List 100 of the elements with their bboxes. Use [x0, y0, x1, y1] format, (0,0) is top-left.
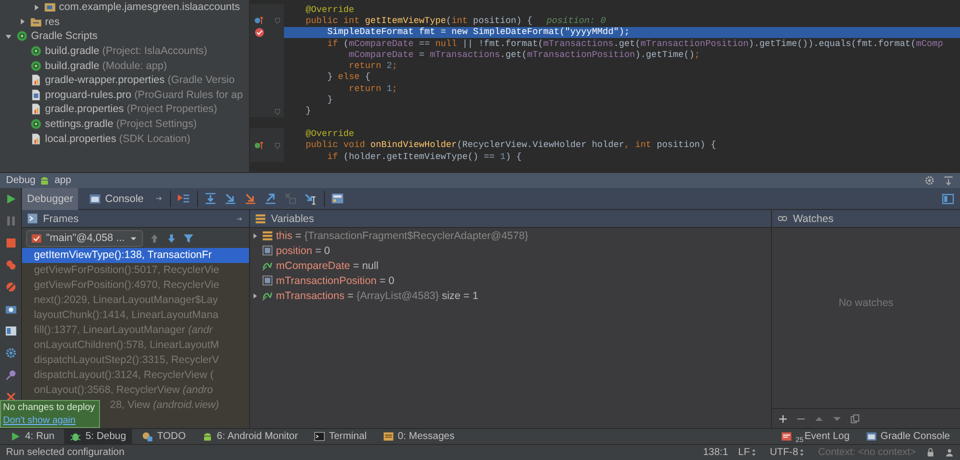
variable-entry: position = 0 — [276, 244, 330, 256]
step-out-button[interactable] — [264, 192, 278, 206]
tree-item[interactable]: proguard-rules.pro (ProGuard Rules for ap — [45, 88, 243, 101]
panel-title: Watches — [793, 212, 834, 224]
add-icon[interactable] — [778, 414, 788, 424]
fold-marker-icon — [273, 106, 282, 116]
code-text: public void onBindViewHolder(RecyclerView.ViewHolder holder, int position) { — [304, 140, 716, 150]
tool-window-tab[interactable]: 5: Debug — [64, 429, 132, 444]
tree-item[interactable]: local.properties (SDK Location) — [45, 132, 190, 145]
variable-entry: mTransactionPosition = 0 — [276, 274, 394, 286]
todo-icon — [142, 431, 154, 442]
bug-icon — [70, 431, 82, 442]
run-to-cursor-button[interactable] — [304, 192, 318, 206]
tool-window-tab[interactable]: TODO — [136, 429, 192, 444]
step-into-button[interactable] — [224, 192, 238, 206]
force-step-into-button[interactable] — [244, 192, 258, 206]
properties-file-icon — [30, 132, 42, 145]
messages-icon — [382, 431, 394, 442]
code-text: } — [326, 95, 333, 106]
console-icon — [89, 192, 102, 204]
gradle-icon — [16, 30, 28, 42]
code-text: public int getItemViewType(int position) { — [304, 16, 532, 26]
tree-item[interactable]: gradle.properties (Project Properties) — [45, 103, 218, 116]
override-icon — [254, 15, 265, 26]
expand-arrow-icon[interactable] — [18, 17, 27, 26]
tree-item[interactable]: Gradle Scripts — [31, 30, 98, 42]
tool-window-tab[interactable]: Terminal — [308, 429, 373, 444]
variable-entry: this = {TransactionFragment$RecyclerAdapter@4578} — [276, 230, 528, 242]
android-icon — [39, 175, 50, 186]
tool-window-tab[interactable]: Gradle Console — [860, 429, 956, 444]
tree-item[interactable]: build.gradle (Project: IslaAccounts) — [45, 45, 208, 58]
step-over-button[interactable] — [204, 192, 218, 206]
lock-icon — [926, 448, 935, 457]
mute-breakpoints-button[interactable] — [4, 280, 18, 294]
stack-frame[interactable]: getItemViewType():138, TransactionFr — [22, 248, 249, 263]
encoding-selector[interactable]: UTF-8 — [770, 447, 808, 458]
breakpoint-icon — [254, 26, 265, 38]
properties-file-icon — [30, 74, 42, 86]
breakpoints-button[interactable] — [4, 258, 18, 272]
frames-icon — [27, 213, 38, 224]
gradle-icon — [30, 45, 42, 58]
code-text: } — [304, 106, 312, 116]
restore-layout-icon — [942, 192, 954, 204]
gradle-icon — [30, 118, 42, 130]
variable-entry: mCompareDate = null — [276, 260, 378, 272]
status-message: Run selected configuration — [6, 447, 124, 458]
settings-button[interactable] — [4, 346, 18, 360]
package-icon — [44, 1, 56, 14]
tree-item[interactable]: build.gradle (Module: app) — [45, 60, 168, 72]
stop-button[interactable] — [4, 236, 18, 250]
terminal-icon — [314, 431, 325, 442]
run-icon — [10, 431, 21, 442]
expand-arrow-icon[interactable] — [251, 292, 259, 300]
debugger-tab[interactable]: Debugger — [22, 188, 78, 210]
down-arrow-icon — [166, 232, 177, 244]
expand-arrow-icon[interactable] — [32, 2, 41, 12]
tool-window-tab[interactable]: 0: Messages — [376, 429, 460, 444]
android-icon — [202, 431, 213, 442]
caret-position[interactable]: 138:1 — [703, 447, 728, 458]
text-file-icon — [30, 88, 42, 101]
tree-item[interactable]: settings.gradle (Project Settings) — [45, 118, 197, 130]
object-icon — [262, 230, 273, 241]
empty-message: No watches — [838, 297, 894, 309]
dont-show-again-link[interactable]: Don't show again — [3, 414, 76, 426]
console-tab[interactable]: Console — [84, 188, 149, 210]
execution-point-button[interactable] — [176, 192, 191, 206]
tree-item[interactable]: res — [45, 16, 60, 28]
thread-icon — [31, 232, 42, 244]
tree-item[interactable]: com.example.jamesgreen.islaaccounts — [59, 1, 240, 14]
folder-icon — [30, 16, 42, 28]
code-text: if (mCompareDate == null || !fmt.format(mTransactions.get(mTransactionPosition).getTime()).equals(fmt.format(mComp — [326, 38, 943, 49]
tooltip-message: No changes to deploy — [3, 402, 96, 414]
code-text: SimpleDateFormat fmt = new SimpleDateFormat("yyyyMMdd"); — [326, 27, 630, 38]
calculator-button[interactable] — [330, 192, 345, 206]
run-configuration: app — [54, 175, 72, 186]
settings-icon — [924, 175, 935, 186]
pin-button[interactable] — [4, 368, 18, 382]
thread-dropdown[interactable]: "main"@4,058 ... — [26, 230, 143, 246]
field-icon — [262, 260, 273, 271]
code-text: @Override — [304, 4, 354, 15]
expand-arrow-icon[interactable] — [251, 232, 259, 240]
tool-window-tab[interactable]: 4: Run — [4, 429, 60, 444]
code-text: return 1; — [348, 84, 398, 94]
filter-icon — [182, 232, 194, 244]
inspector-icon — [945, 448, 954, 457]
event-log-icon — [780, 431, 792, 442]
code-text: } else { — [326, 72, 370, 82]
hide-icon — [943, 175, 954, 186]
line-ending-selector[interactable]: LF — [738, 447, 760, 458]
layout-button[interactable] — [4, 324, 18, 338]
code-text: @Override — [304, 128, 354, 139]
code-text: return 2; — [348, 61, 398, 72]
primitive-icon — [262, 275, 273, 286]
hide-arrow-icon — [236, 214, 244, 222]
tree-item[interactable]: gradle-wrapper.properties (Gradle Versio — [45, 74, 235, 86]
tool-window-tab[interactable]: 6: Android Monitor — [196, 429, 304, 444]
code-text: mCompareDate = mTransactions.get(mTransactionPosition).getTime(); — [348, 50, 700, 60]
panel-title: Variables — [271, 212, 314, 224]
copy-icon[interactable] — [850, 414, 860, 424]
variable-entry: mTransactions = {ArrayList@4583} size = 1 — [276, 290, 478, 302]
